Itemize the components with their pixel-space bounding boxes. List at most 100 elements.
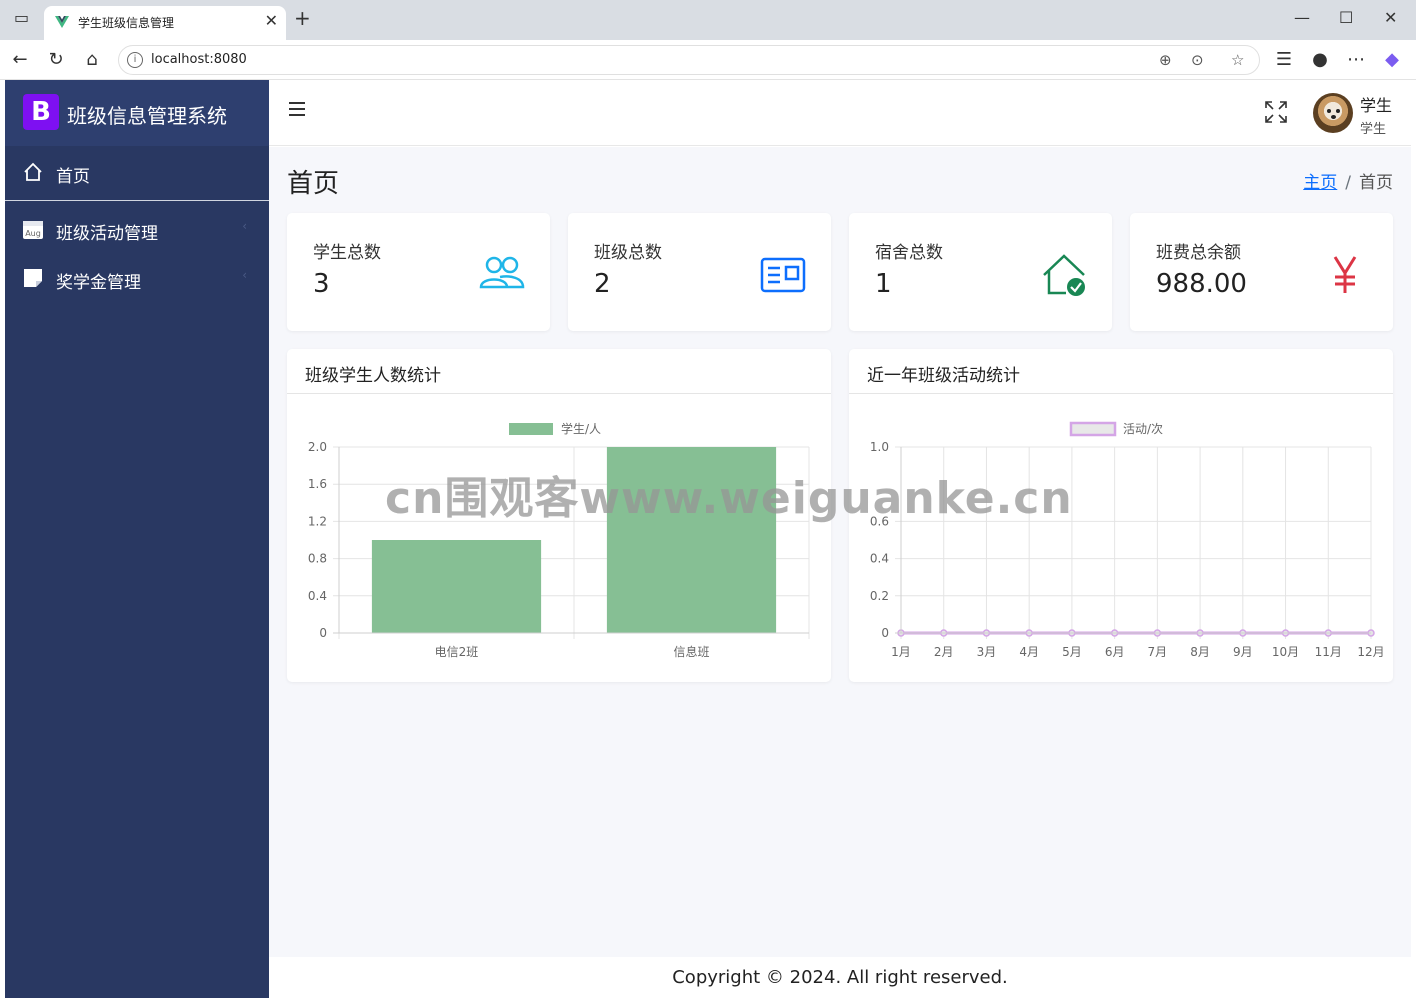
reload-icon[interactable]: ↻ — [44, 48, 68, 72]
stat-value: 2 — [594, 269, 611, 299]
maximize-icon[interactable]: ☐ — [1339, 8, 1353, 27]
new-tab-icon[interactable]: + — [294, 6, 311, 30]
menu-toggle-icon[interactable] — [289, 102, 305, 116]
sidebar-item-home[interactable]: 首页 — [5, 150, 269, 196]
y-tick-label: 0.4 — [870, 552, 889, 566]
line-chart: 活动/次00.20.40.61.01月 2月 3月 4月 5月 6月 7月 8月 9月 10月 11… — [870, 421, 1385, 659]
y-tick-label: 1.6 — [308, 477, 327, 491]
tab-actions-icon[interactable]: ▭ — [14, 8, 29, 27]
breadcrumb-separator: / — [1345, 173, 1351, 193]
main-content: 首页 主页 / 首页 学生总数 3 班级总数 2 宿舍总数 1 班费总余额 988.… — [269, 147, 1411, 957]
brand-logo: B — [23, 94, 59, 130]
more-site-icon[interactable]: ⊙ — [1191, 51, 1204, 69]
stat-label: 班级总数 — [594, 243, 662, 263]
y-tick-label: 2.0 — [308, 440, 327, 454]
sidebar-item-label: 班级活动管理 — [56, 224, 158, 244]
sidebar-item-activities[interactable]: Aug 班级活动管理 ‹ — [5, 207, 269, 253]
copyright-text: Copyright © 2024. All right reserved. — [672, 967, 1008, 988]
sidebar: B 班级信息管理系统 首页 Aug 班级活动管理 ‹ 奖学金管理 ‹ — [5, 80, 269, 998]
breadcrumb-home-link[interactable]: 主页 — [1303, 173, 1337, 193]
x-tick-label: 9月 — [1233, 645, 1253, 659]
close-tab-icon[interactable]: ✕ — [265, 11, 278, 30]
breadcrumb-current: 首页 — [1359, 173, 1393, 193]
x-tick-label: 6月 — [1105, 645, 1125, 659]
stat-value: 1 — [875, 269, 892, 299]
zoom-icon[interactable]: ⊕ — [1159, 51, 1172, 69]
copilot-icon[interactable]: ◆ — [1380, 48, 1404, 72]
window-close-icon[interactable]: ✕ — [1384, 8, 1397, 27]
x-tick-label: 8月 — [1190, 645, 1210, 659]
chart-title: 班级学生人数统计 — [305, 366, 441, 386]
sidebar-item-scholarship[interactable]: 奖学金管理 ‹ — [5, 256, 269, 302]
x-tick-label: 11月 — [1315, 645, 1342, 659]
bar-chart: 学生/人 0 0.4 0.8 1.2 1.6 2.0 电信2班 信息班 — [308, 421, 810, 659]
sidebar-item-label: 奖学金管理 — [56, 273, 141, 293]
legend-swatch — [509, 423, 553, 435]
stat-value: 988.00 — [1156, 269, 1247, 299]
x-tick-label: 2月 — [934, 645, 954, 659]
y-tick-label: 0 — [881, 626, 889, 640]
breadcrumb: 主页 / 首页 — [1303, 168, 1393, 193]
footer: Copyright © 2024. All right reserved. — [269, 957, 1411, 999]
user-role: 学生 — [1360, 122, 1387, 137]
chevron-left-icon: ‹ — [242, 268, 247, 282]
browser-menu-icon[interactable]: ⋯ — [1344, 48, 1368, 72]
fullscreen-icon[interactable] — [1264, 100, 1288, 124]
bar — [371, 540, 542, 633]
top-navbar: 学生 学生 — [269, 80, 1411, 146]
watermark: cn围观客www.weiguanke.cn — [385, 473, 1073, 524]
sticky-note-icon — [24, 269, 42, 287]
yen-icon — [1333, 256, 1357, 293]
legend-label: 学生/人 — [561, 421, 601, 436]
y-tick-label: 1.2 — [308, 514, 327, 528]
home-browser-icon[interactable]: ⌂ — [80, 48, 104, 72]
user-name[interactable]: 学生 — [1360, 92, 1392, 116]
vue-logo-icon — [55, 16, 69, 28]
x-tick-label: 7月 — [1148, 645, 1168, 659]
y-tick-label: 1.0 — [870, 440, 889, 454]
brand[interactable]: B 班级信息管理系统 — [5, 80, 269, 146]
brand-name: 班级信息管理系统 — [67, 104, 227, 128]
site-info-icon[interactable]: i — [127, 52, 143, 68]
x-tick-label: 12月 — [1357, 645, 1384, 659]
stat-label: 班费总余额 — [1156, 243, 1241, 263]
profile-icon[interactable]: ● — [1308, 48, 1332, 72]
legend-swatch — [1069, 421, 1117, 437]
home-icon — [24, 162, 42, 181]
stat-card-fund: 班费总余额 988.00 — [1130, 213, 1393, 331]
stat-card-classes: 班级总数 2 — [568, 213, 831, 331]
stat-label: 宿舍总数 — [875, 243, 943, 263]
sidebar-item-label: 首页 — [56, 167, 90, 187]
sidebar-divider — [5, 200, 269, 201]
id-card-icon — [760, 257, 806, 293]
y-tick-label: 0.8 — [308, 552, 327, 566]
legend-label: 活动/次 — [1123, 422, 1163, 436]
tab-title: 学生班级信息管理 — [78, 16, 175, 30]
y-tick-label: 0 — [319, 626, 327, 640]
stat-card-dorms: 宿舍总数 1 — [849, 213, 1112, 331]
favorites-icon[interactable]: ☰ — [1272, 48, 1296, 72]
calendar-icon-text: Aug — [25, 229, 41, 238]
house-check-icon — [1043, 254, 1085, 296]
chart-header: 近一年班级活动统计 — [849, 349, 1393, 394]
chevron-left-icon: ‹ — [242, 219, 247, 233]
avatar[interactable] — [1313, 93, 1353, 133]
url-field[interactable]: i localhost:8080 ⊕ ⊙ ☆ — [118, 45, 1260, 75]
stat-card-students: 学生总数 3 — [287, 213, 550, 331]
chart-title: 近一年班级活动统计 — [867, 366, 1020, 386]
browser-tab[interactable]: 学生班级信息管理 ✕ — [44, 6, 286, 40]
x-tick-label: 4月 — [1019, 645, 1039, 659]
favorite-star-icon[interactable]: ☆ — [1231, 51, 1244, 69]
calendar-icon: Aug — [23, 221, 43, 239]
y-tick-label: 0.4 — [308, 589, 327, 603]
back-icon[interactable]: ← — [8, 48, 32, 72]
browser-tab-bar: ▭ 学生班级信息管理 ✕ + — ☐ ✕ — [0, 0, 1416, 40]
minimize-icon[interactable]: — — [1294, 8, 1310, 27]
chart-header: 班级学生人数统计 — [287, 349, 831, 394]
x-tick-label: 1月 — [891, 645, 911, 659]
y-tick-label: 0.2 — [870, 589, 889, 603]
address-bar: ← ↻ ⌂ i localhost:8080 ⊕ ⊙ ☆ ☰ ● ⋯ ◆ — [0, 40, 1416, 80]
page-title: 首页 — [287, 169, 340, 199]
x-tick-label: 电信2班 — [435, 645, 479, 659]
x-tick-label: 5月 — [1062, 645, 1082, 659]
